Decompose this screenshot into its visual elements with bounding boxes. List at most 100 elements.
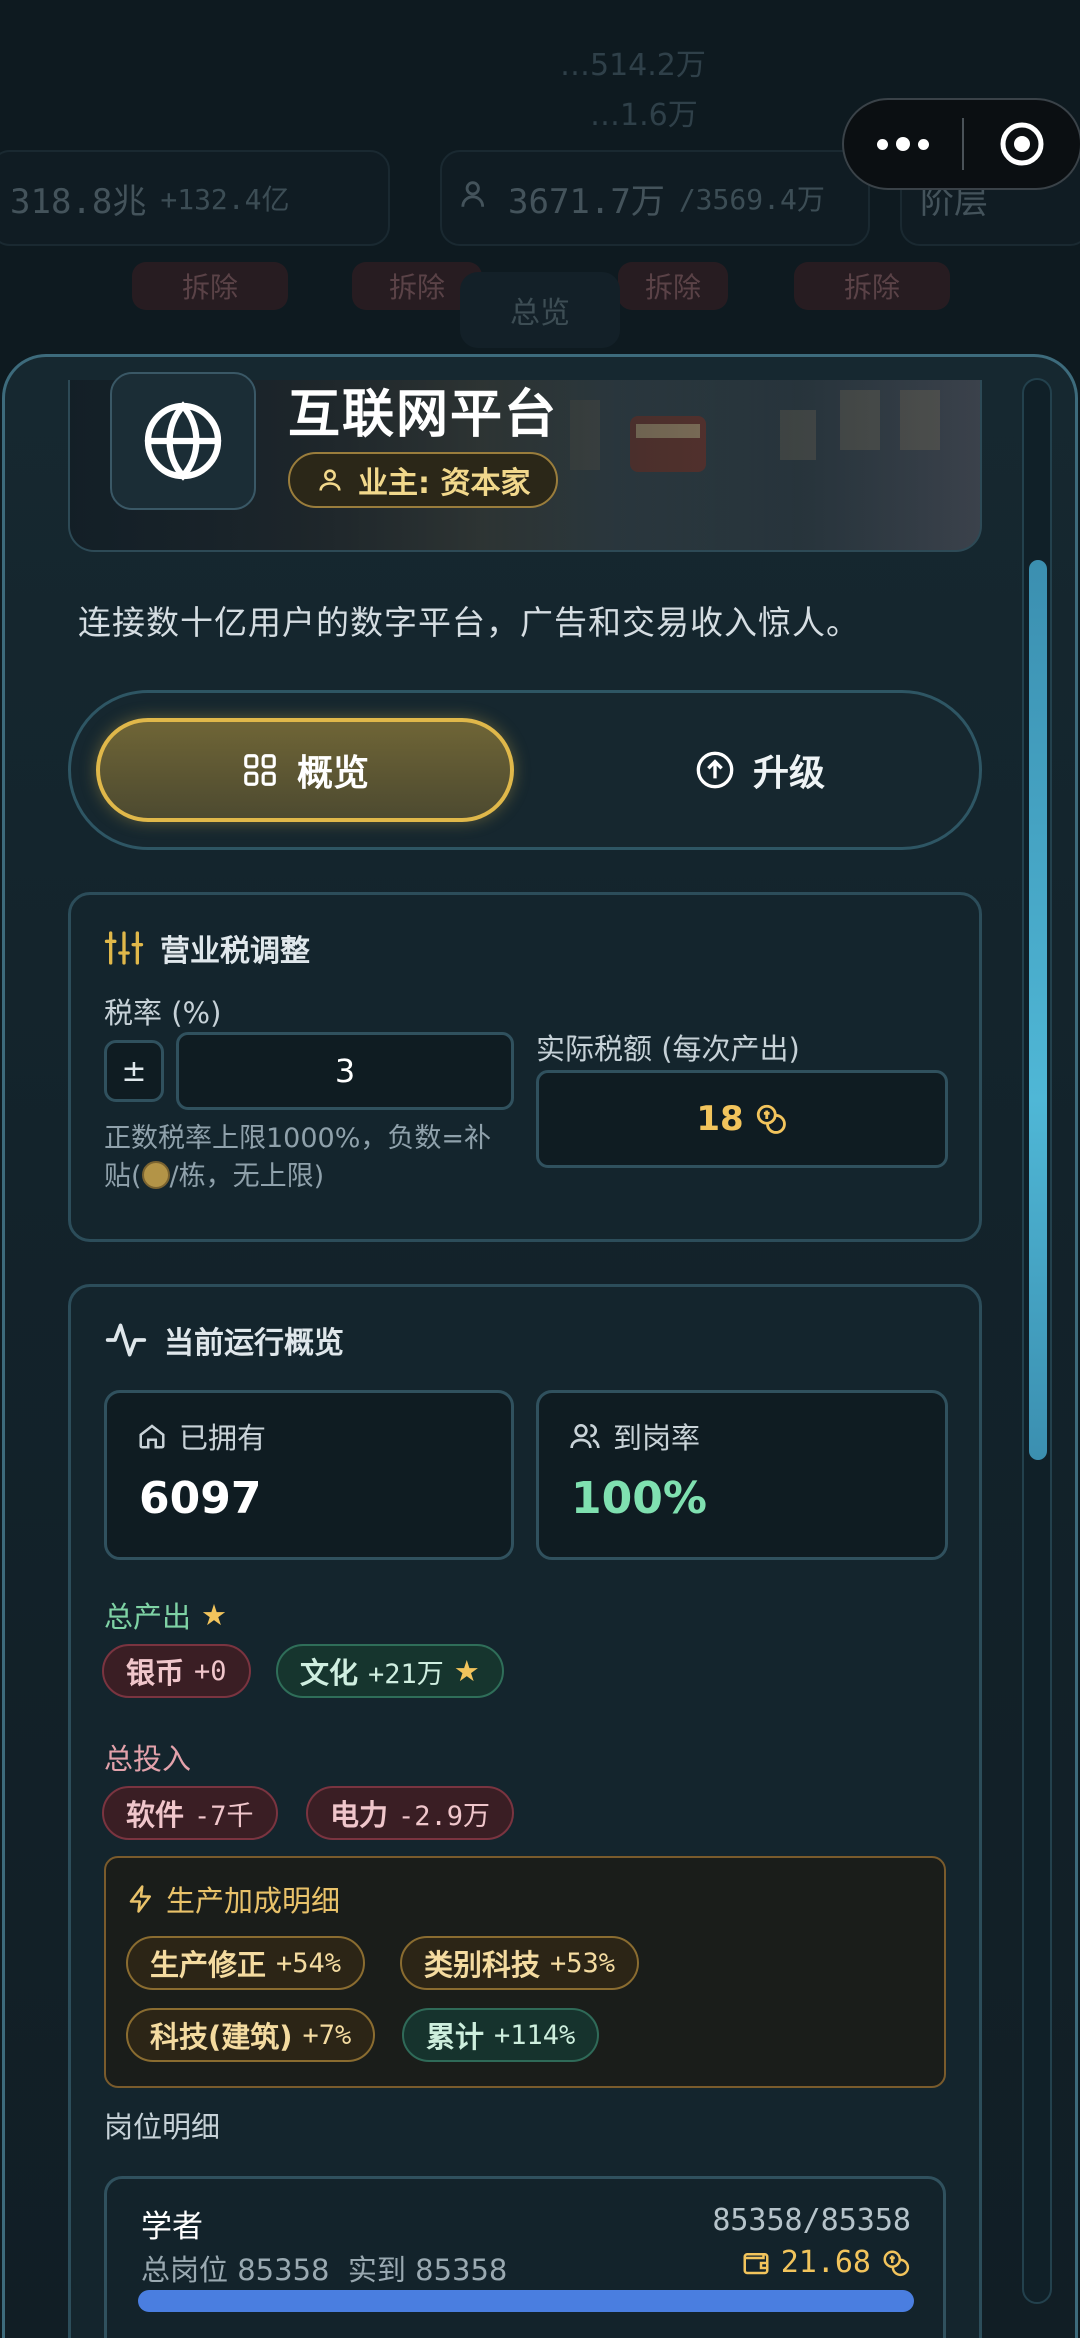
coins-icon [883,2250,910,2276]
tax-sign-toggle-button[interactable]: ± [104,1040,164,1102]
tax-rate-input[interactable]: 3 [176,1032,514,1110]
output-chip-silver: 银币 +0 [102,1644,251,1698]
activity-pulse-icon [105,1323,147,1357]
bg-demolish-button: 拆除 [132,262,288,310]
bg-demolish-button: 拆除 [794,262,950,310]
bonus-name: 类别科技 [424,1948,541,1982]
job-wage-value: 21.68 [780,2245,871,2280]
output-name: 文化 [300,1656,359,1690]
job-row-scholar: 学者 85358/85358 总岗位 85358 实到 85358 21.68 [104,2176,946,2338]
tax-hint-line1: 正数税率上限1000%，负数=补 [104,1123,491,1154]
home-icon [139,1424,165,1449]
user-icon [319,469,341,491]
output-name: 银币 [126,1656,185,1690]
more-dot [896,137,910,151]
bg-population-value: 3671.7万 [508,181,665,222]
job-fill-progress-bar [138,2290,914,2312]
tab-upgrade[interactable]: 升级 [560,718,960,822]
input-value: -7千 [194,1800,254,1832]
more-dot [877,138,888,150]
bonus-title-text: 生产加成明细 [166,1884,341,1918]
tax-hint-line2: 贴(/栋，无上限) [104,1158,524,1196]
bg-money-delta: +132.4亿 [160,183,290,216]
miniprogram-capsule [842,98,1080,190]
input-name: 软件 [126,1798,185,1832]
actual-tax-label: 实际税额 (每次产出) [536,1032,800,1066]
lightning-icon [129,1885,151,1913]
output-value: +21万 [368,1658,444,1690]
bonus-value: +54% [276,1947,342,1979]
tax-rate-label: 税率 (%) [104,996,222,1030]
tax-panel-title: 营业税调整 [104,926,310,970]
more-dot [918,138,929,150]
owned-label: 已拥有 [179,1421,267,1455]
bonus-value: +53% [550,1947,616,1979]
coins-icon [756,1104,786,1134]
more-options-button[interactable] [844,100,962,188]
bg-money-stat: 318.8兆 +132.4亿 [0,150,390,246]
star-icon: ★ [453,1654,480,1688]
attendance-value: 100% [571,1473,707,1524]
bg-money-value: 318.8兆 [10,181,147,222]
total-output-text: 总产出 [104,1600,192,1634]
building-icon-tile [110,372,256,510]
job-wage: 21.68 [741,2245,911,2280]
bg-demolish-button: 拆除 [618,262,728,310]
bonus-chip-total: 累计 +114% [402,2008,600,2062]
attendance-stat-card: 到岗率 100% [536,1390,948,1560]
job-detail: 总岗位 85358 实到 85358 [141,2253,508,2287]
input-chip-electricity: 电力 -2.9万 [306,1786,515,1840]
target-circle-icon [1000,122,1044,166]
bonus-name: 累计 [426,2020,485,2054]
arrow-up-circle-icon [696,751,734,789]
bonus-chip: 生产修正 +54% [126,1936,366,1990]
bg-population-stat: 3671.7万 /3569.4万 [440,150,870,246]
input-name: 电力 [330,1798,389,1832]
bonus-name: 科技(建筑) [150,2020,293,2054]
owned-value: 6097 [139,1473,262,1524]
close-miniprogram-button[interactable] [964,100,1080,188]
tab-overview[interactable]: 概览 [96,718,514,822]
actual-tax-value: 18 [696,1099,744,1139]
job-ratio: 85358/85358 [712,2203,911,2238]
bonus-title: 生产加成明细 [126,1878,340,1920]
overview-title-text: 当前运行概览 [164,1326,344,1361]
actual-tax-display: 18 [536,1070,948,1168]
owner-badge: 业主: 资本家 [288,452,559,508]
sliders-icon [104,931,144,965]
tab-upgrade-label: 升级 [752,753,825,794]
building-title: 互联网平台 [288,385,559,445]
input-value: -2.9万 [398,1800,491,1832]
bonus-value: +7% [302,2019,352,2051]
bonus-value: +114% [494,2019,576,2051]
input-chip-software: 软件 -7千 [102,1786,278,1840]
tab-overview-label: 概览 [296,753,369,794]
total-input-label: 总投入 [104,1742,192,1776]
bonus-chip: 科技(建筑) +7% [126,2008,376,2062]
tax-title-text: 营业税调整 [160,934,310,969]
attendance-label: 到岗率 [613,1421,701,1455]
attendance-stat-head: 到岗率 [569,1415,700,1457]
bg-ghost-text: …1.6万 [590,98,698,133]
building-description: 连接数十亿用户的数字平台，广告和交易收入惊人。 [78,603,860,642]
globe-icon [144,401,222,481]
output-value: +0 [194,1655,227,1687]
tax-hint-prefix: 贴( [104,1160,142,1192]
overview-panel-title: 当前运行概览 [104,1318,344,1362]
silver-coin-icon [141,1160,170,1189]
owned-stat-card: 已拥有 6097 [104,1390,514,1560]
bg-population-cap: /3569.4万 [678,183,825,216]
scrollbar-thumb[interactable] [1029,560,1047,1460]
bg-ghost-text: …514.2万 [560,48,706,83]
total-output-label: 总产出 ★ [104,1594,227,1636]
wallet-icon [743,2252,769,2274]
users-icon [570,1424,600,1449]
bg-overview-tab: 总览 [460,272,620,348]
bonus-chip: 类别科技 +53% [400,1936,640,1990]
owner-label: 业主: 资本家 [358,466,531,501]
jobs-label: 岗位明细 [104,2110,221,2144]
bonus-name: 生产修正 [150,1948,267,1982]
output-chip-culture: 文化 +21万 ★ [276,1644,504,1698]
tax-rate-hint: 正数税率上限1000%，负数=补 贴(/栋，无上限) [104,1120,524,1196]
grid-icon [244,754,276,786]
